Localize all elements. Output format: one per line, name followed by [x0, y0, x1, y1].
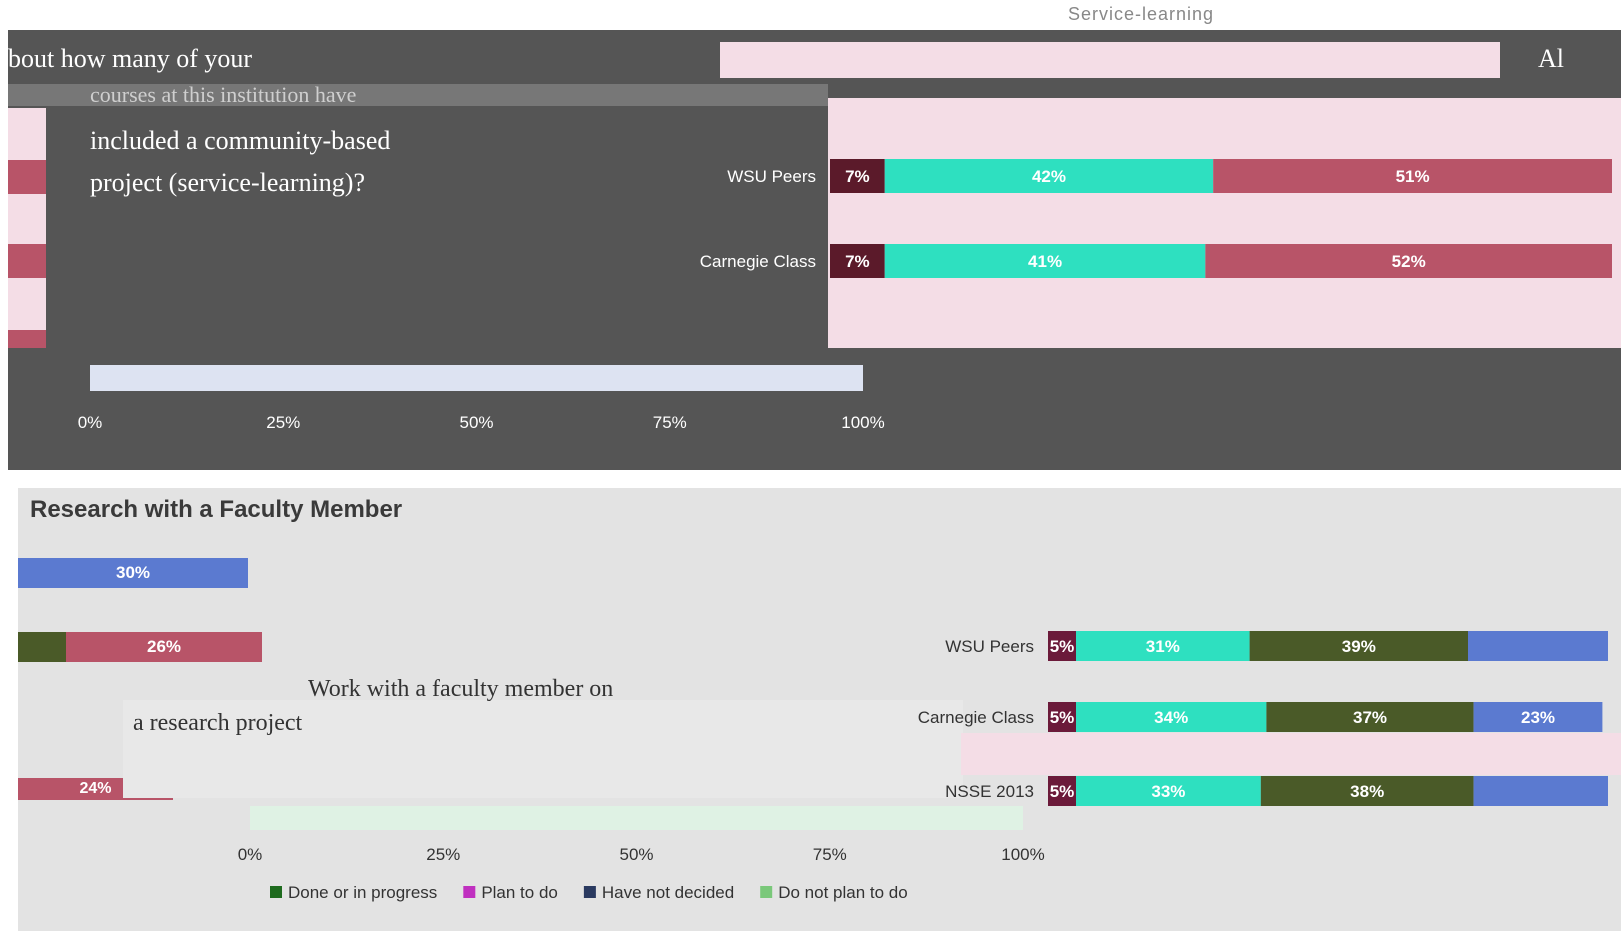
- x-tick-1: 25%: [426, 845, 460, 864]
- data-label-wsu-peers-1: 7%: [845, 167, 870, 186]
- bottom-chart: 5% 31% 39% 5% 34% 37% 23% 5% 33% 38% WSU Peers Car…: [238, 631, 1621, 902]
- legend-swatch-do-not-plan-to-do: [760, 886, 773, 898]
- data-label-wsu-peers-2: 31%: [1146, 637, 1180, 656]
- legend-label-done-or-in-progress: Done or in progress: [288, 883, 437, 902]
- research-panel: Research with a Faculty Member 30% 26% 2…: [18, 488, 1621, 931]
- category-label-carnegie-class: Carnegie Class: [918, 708, 1034, 727]
- data-label-wsu-peers-1: 5%: [1050, 637, 1075, 656]
- data-label-carnegie-class-4: 23%: [1521, 708, 1555, 727]
- top-chart: 7% 42% 51% 7% 41% 52% WSU Peers Carnegie Class…: [78, 98, 1621, 432]
- x-tick-0: 0%: [238, 845, 263, 864]
- x-tick-1: 25%: [266, 413, 300, 432]
- data-label-wsu-peers-3: 39%: [1342, 637, 1376, 656]
- bar-nsse-2013-seg-4: [1473, 776, 1608, 806]
- data-label-carnegie-class-2: 34%: [1154, 708, 1188, 727]
- category-label-carnegie-class: Carnegie Class: [700, 252, 816, 271]
- data-label-carnegie-class-1: 7%: [845, 252, 870, 271]
- legend-swatch-plan-to-do: [463, 886, 476, 898]
- data-label-carnegie-class-1: 5%: [1050, 708, 1075, 727]
- x-tick-0: 0%: [78, 413, 103, 432]
- category-label-wsu-peers: WSU Peers: [727, 167, 816, 186]
- data-label-nsse-2013-3: 38%: [1350, 782, 1384, 801]
- x-tick-2: 50%: [619, 845, 653, 864]
- x-tick-4: 100%: [1001, 845, 1044, 864]
- x-tick-3: 75%: [813, 845, 847, 864]
- legend-swatch-have-not-decided: [583, 886, 596, 898]
- bar-wsu-peers-seg-4: [1468, 631, 1608, 661]
- data-label-wsu-peers-2: 42%: [1032, 167, 1066, 186]
- x-tick-2: 50%: [459, 413, 493, 432]
- legend-label-do-not-plan-to-do: Do not plan to do: [778, 883, 907, 902]
- x-tick-3: 75%: [653, 413, 687, 432]
- data-label-carnegie-class-3: 37%: [1353, 708, 1387, 727]
- category-label-wsu-peers: WSU Peers: [945, 637, 1034, 656]
- data-label-carnegie-class-3: 52%: [1392, 252, 1426, 271]
- x-tick-4: 100%: [841, 413, 884, 432]
- plot-area: [828, 98, 1621, 348]
- data-label-nsse-2013-1: 5%: [1050, 782, 1075, 801]
- service-learning-panel: Service-learning bout how many of your c…: [8, 0, 1621, 470]
- data-label-carnegie-class-2: 41%: [1028, 252, 1062, 271]
- legend-swatch-done-or-in-progress: [270, 886, 282, 898]
- axis-band: [90, 365, 863, 391]
- category-label-nsse-2013: NSSE 2013: [945, 782, 1034, 801]
- plot-area-lower: [961, 733, 1621, 775]
- data-label-nsse-2013-2: 33%: [1151, 782, 1185, 801]
- legend-label-have-not-decided: Have not decided: [602, 883, 734, 902]
- axis-band-lower: [250, 806, 1023, 830]
- legend-label-plan-to-do: Plan to do: [481, 883, 558, 902]
- data-label-wsu-peers-3: 51%: [1396, 167, 1430, 186]
